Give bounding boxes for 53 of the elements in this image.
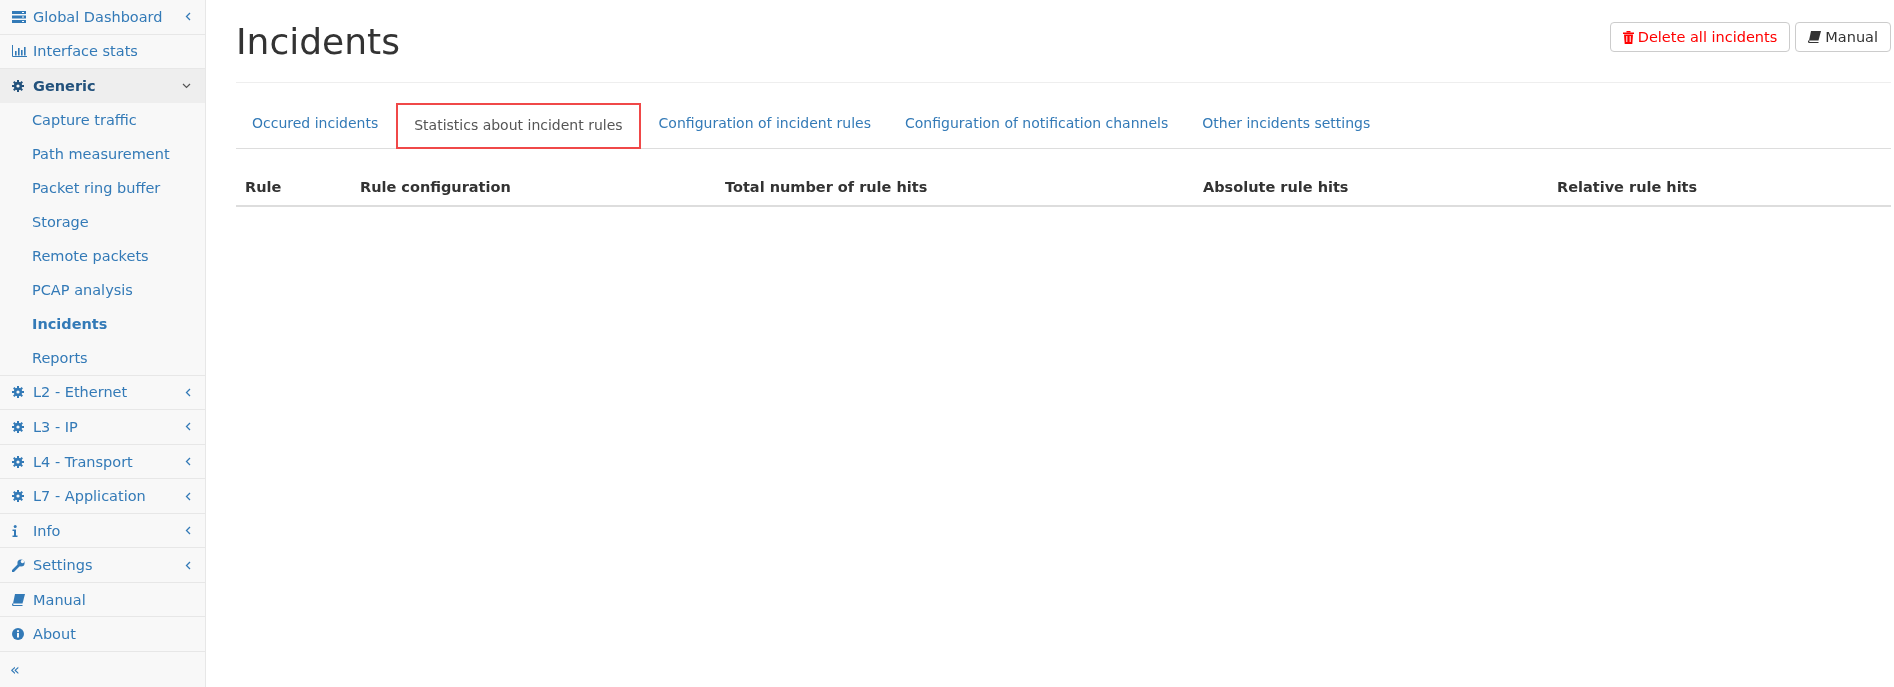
collapse-sidebar-button[interactable]: « <box>0 652 30 687</box>
trash-icon <box>1622 30 1634 44</box>
gear-icon <box>12 386 24 399</box>
chevron-left-icon <box>185 387 191 397</box>
chevron-down-icon <box>182 82 191 89</box>
chevron-left-icon <box>185 422 191 432</box>
sidebar-subitem[interactable]: Storage <box>0 204 205 239</box>
tab[interactable]: Occured incidents <box>236 103 395 148</box>
sidebar-item[interactable]: About <box>0 617 205 652</box>
sidebar-item[interactable]: L3 - IP <box>0 410 205 445</box>
sidebar-subitem[interactable]: PCAP analysis <box>0 272 205 307</box>
chevron-left-icon <box>185 12 191 22</box>
chevron-left-icon <box>185 526 191 536</box>
sidebar-item[interactable]: L4 - Transport <box>0 444 205 480</box>
sidebar-item[interactable]: Info <box>0 513 205 549</box>
chevron-left-icon <box>185 560 191 570</box>
column-header: Rule configuration <box>359 178 512 197</box>
manual-button[interactable]: Manual <box>1795 22 1891 52</box>
sidebar-subitem[interactable]: Remote packets <box>0 238 205 273</box>
column-header: Rule <box>244 178 283 197</box>
sidebar-item[interactable]: Manual <box>0 582 205 618</box>
sidebar-item[interactable]: L2 - Ethernet <box>0 375 205 411</box>
tab[interactable]: Configuration of incident rules <box>642 103 888 148</box>
sidebar-item[interactable]: L7 - Application <box>0 479 205 514</box>
gear-icon <box>12 490 24 503</box>
sidebar-item[interactable]: Generic <box>0 69 205 103</box>
info-icon <box>12 524 18 537</box>
bar-chart-icon <box>12 45 27 58</box>
book-icon <box>1808 31 1822 43</box>
sidebar-subitem[interactable]: Incidents <box>0 306 205 341</box>
column-header: Relative rule hits <box>1556 178 1699 197</box>
tab[interactable]: Other incidents settings <box>1186 103 1387 148</box>
sidebar-item[interactable]: Settings <box>0 548 205 583</box>
gear-icon <box>12 455 24 468</box>
gear-icon <box>12 79 24 92</box>
chevron-left-icon <box>185 457 191 466</box>
sidebar-subitem[interactable]: Capture traffic <box>0 102 205 137</box>
sidebar-subitem[interactable]: Path measurement <box>0 136 205 171</box>
column-header: Total number of rule hits <box>724 178 929 197</box>
tab[interactable]: Configuration of notification channels <box>889 103 1185 148</box>
gear-icon <box>12 420 24 433</box>
book-icon <box>12 593 25 606</box>
info-circle-icon <box>12 628 24 641</box>
chevron-left-icon <box>185 491 191 501</box>
sidebar-subitem[interactable]: Packet ring buffer <box>0 170 205 205</box>
page-title: Incidents <box>236 22 400 62</box>
wrench-icon <box>12 558 25 572</box>
delete-all-button[interactable]: Delete all incidents <box>1609 22 1791 52</box>
sidebar-item[interactable]: Global Dashboard <box>0 0 205 35</box>
tab[interactable]: Statistics about incident rules <box>396 103 641 149</box>
sidebar-subitem[interactable]: Reports <box>0 340 205 375</box>
server-icon <box>12 10 26 23</box>
column-header: Absolute rule hits <box>1202 178 1350 197</box>
